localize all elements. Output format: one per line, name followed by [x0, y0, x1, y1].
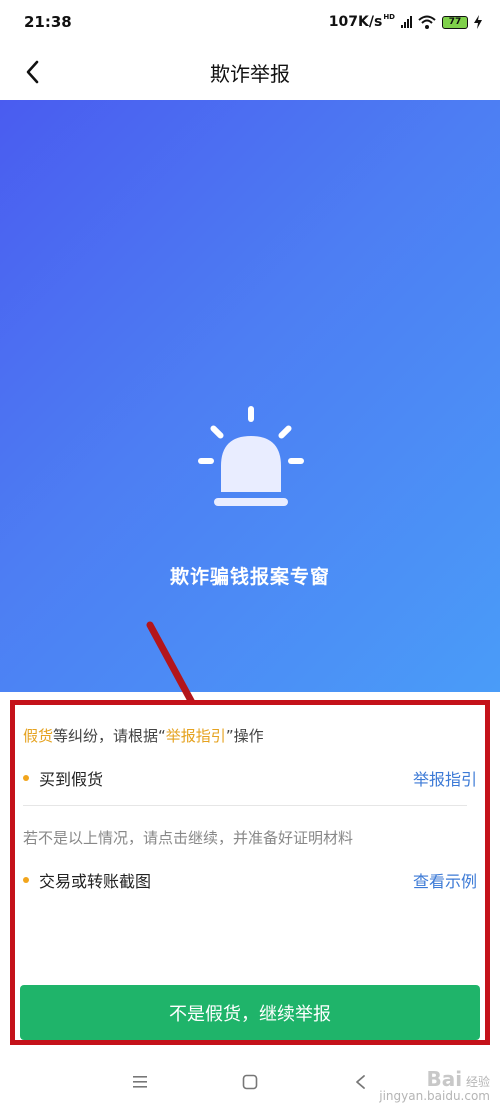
report-card: 假货等纠纷，请根据“举报指引”操作 买到假货 举报指引 若不是以上情况，请点击继… — [10, 700, 490, 1045]
list-item-screenshot: 交易或转账截图 查看示例 — [15, 865, 485, 895]
chevron-left-icon[interactable] — [20, 58, 48, 86]
battery-icon: 77 — [442, 15, 468, 29]
network-badge: HD — [383, 13, 395, 21]
notice-text: 假货等纠纷，请根据“举报指引”操作 — [23, 725, 264, 746]
watermark-text: 经验 — [465, 1074, 490, 1089]
hero-title: 欺诈骗钱报案专窗 — [169, 566, 330, 588]
page-title: 欺诈举报 — [210, 61, 290, 86]
list-item-counterfeit: 买到假货 举报指引 — [15, 763, 485, 793]
notice-end: ”操作 — [225, 727, 264, 745]
list-item-label: 买到假货 — [39, 770, 104, 789]
navbar: 欺诈举报 — [0, 44, 500, 100]
hero-banner: 欺诈骗钱报案专窗 — [0, 100, 500, 766]
status-indicators: 107K/s HD 77 — [328, 13, 482, 30]
baidu-watermark: Bai 经验 jingyan.baidu.com — [379, 1068, 490, 1103]
status-bar: 21:38 107K/s HD 77 — [0, 0, 500, 44]
home-square-icon[interactable] — [240, 1072, 260, 1092]
wifi-icon — [418, 15, 436, 29]
back-triangle-icon[interactable] — [350, 1072, 370, 1092]
view-example-link[interactable]: 查看示例 — [413, 868, 477, 892]
watermark-logo: Bai — [426, 1066, 463, 1091]
menu-icon[interactable] — [130, 1072, 150, 1092]
report-guide-link[interactable]: 举报指引 — [413, 766, 477, 790]
bullet-dot-icon — [23, 775, 29, 781]
status-time: 21:38 — [24, 13, 72, 31]
signal-icon — [401, 16, 412, 28]
list-item-label: 交易或转账截图 — [39, 872, 152, 891]
alarm-siren-icon — [198, 406, 304, 506]
hint-text: 若不是以上情况，请点击继续，并准备好证明材料 — [23, 829, 354, 847]
charging-icon — [474, 15, 482, 29]
notice-highlight-counterfeit: 假货 — [23, 727, 54, 745]
divider — [23, 805, 467, 806]
network-speed: 107K/s — [328, 14, 383, 30]
notice-middle: 等纠纷，请根据“ — [53, 727, 166, 745]
bullet-dot-icon — [23, 877, 29, 883]
notice-highlight-guide: 举报指引 — [165, 727, 226, 745]
continue-report-button[interactable]: 不是假货，继续举报 — [20, 985, 480, 1040]
watermark-domain: jingyan.baidu.com — [379, 1088, 490, 1103]
